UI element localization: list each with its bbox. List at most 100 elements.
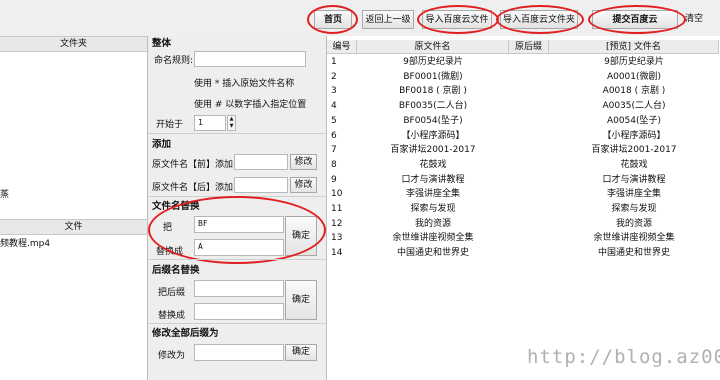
- table-row[interactable]: 5 BF0054(坠子) A0054(坠子): [327, 115, 719, 128]
- cell-preview-name: 中国通史和世界史: [597, 248, 670, 259]
- table-row[interactable]: 13 余世维讲座视频全集 余世维讲座视频全集: [327, 232, 719, 245]
- col-header-original-ext[interactable]: 原后缀: [509, 40, 549, 54]
- cell-number: 13: [331, 233, 343, 244]
- spinner-arrows-icon[interactable]: ▲ ▼: [227, 115, 236, 131]
- prefix-modify-button[interactable]: 修改: [290, 154, 317, 170]
- cell-original-name: BF0018 ( 京剧 ): [399, 86, 467, 97]
- divider: [148, 133, 326, 134]
- table-row[interactable]: 7 百家讲坛2001-2017 百家讲坛2001-2017: [327, 144, 719, 157]
- cell-number: 5: [331, 115, 337, 126]
- cell-number: 11: [331, 204, 343, 214]
- import-file-button[interactable]: 导入百度云文件: [422, 10, 492, 29]
- col-header-preview-name[interactable]: [预览] 文件名: [549, 40, 719, 54]
- replace-find-label: 把: [163, 223, 173, 233]
- prefix-label: 原文件名【前】添加: [152, 160, 234, 170]
- cell-number: 14: [331, 248, 343, 259]
- cell-number: 9: [331, 174, 337, 185]
- cell-number: 6: [331, 130, 337, 141]
- table-row[interactable]: 14 中国通史和世界史 中国通史和世界史: [327, 247, 719, 260]
- submit-button[interactable]: 提交百度云: [592, 10, 678, 29]
- naming-rule-input[interactable]: [194, 51, 306, 67]
- cell-number: 3: [331, 86, 337, 97]
- file-header: 文件: [0, 219, 147, 235]
- cell-preview-name: 【小程序源码】: [602, 130, 666, 141]
- replace-find-input[interactable]: BF: [194, 216, 284, 233]
- cell-original-name: 花鼓戏: [419, 159, 447, 170]
- suffix-label: 原文件名【后】添加: [152, 183, 234, 193]
- naming-rule-label: 命名规则:: [154, 56, 194, 66]
- cell-number: 1: [331, 57, 337, 67]
- cell-number: 2: [331, 71, 337, 82]
- start-spinner[interactable]: 1: [194, 115, 226, 131]
- cell-original-name: 【小程序源码】: [401, 130, 465, 141]
- cell-preview-name: 9部历史纪录片: [604, 57, 664, 67]
- cell-preview-name: 百家讲坛2001-2017: [591, 145, 677, 156]
- folder-header: 文件夹: [0, 36, 147, 52]
- cell-preview-name: 花鼓戏: [620, 159, 648, 170]
- ext-confirm-button[interactable]: 确定: [285, 280, 317, 320]
- cell-preview-name: A0054(坠子): [606, 115, 662, 126]
- table-row[interactable]: 8 花鼓戏 花鼓戏: [327, 159, 719, 172]
- folder-fragment[interactable]: 蒸: [0, 187, 9, 200]
- cell-number: 12: [331, 218, 343, 229]
- import-folder-button[interactable]: 导入百度云文件夹: [500, 10, 578, 29]
- table-row[interactable]: 4 BF0035(二人台) A0035(二人台): [327, 100, 719, 113]
- replace-section-title: 文件名替换: [152, 201, 200, 212]
- cell-original-name: 我的资源: [414, 218, 451, 229]
- cell-original-name: 李强讲座全集: [405, 189, 460, 200]
- divider: [148, 196, 326, 197]
- cell-number: 10: [331, 189, 343, 200]
- home-button[interactable]: 首页: [314, 10, 352, 29]
- cell-original-name: 中国通史和世界史: [396, 248, 469, 259]
- cell-preview-name: 口才与演讲教程: [602, 174, 666, 185]
- replace-confirm-button[interactable]: 确定: [285, 216, 317, 256]
- cell-original-name: 口才与演讲教程: [401, 174, 465, 185]
- ext-all-label: 修改为: [158, 351, 186, 361]
- cell-preview-name: 探索与发现: [611, 204, 657, 214]
- cell-original-name: 余世维讲座视频全集: [392, 233, 474, 244]
- cell-number: 8: [331, 159, 337, 170]
- ext-all-input[interactable]: [194, 344, 284, 361]
- suffix-input[interactable]: [234, 177, 288, 193]
- col-header-original-name[interactable]: 原文件名: [357, 40, 509, 54]
- table-row[interactable]: 11 探索与发现 探索与发现: [327, 203, 719, 216]
- watermark: http://blog.az009: [527, 346, 720, 368]
- table-row[interactable]: 3 BF0018 ( 京剧 ) A0018 ( 京剧 ): [327, 85, 719, 98]
- start-label: 开始于: [156, 120, 184, 130]
- replace-with-input[interactable]: A: [194, 239, 284, 256]
- clear-button[interactable]: 清空: [681, 10, 707, 29]
- ext-all-confirm-button[interactable]: 确定: [285, 344, 317, 361]
- cell-original-name: BF0054(坠子): [403, 115, 463, 126]
- file-table: 编号 原文件名 原后缀 [预览] 文件名 1 9部历史纪录片 9部历史纪录片 2 BF0…: [326, 36, 720, 380]
- left-panel: 文件夹 蒸 文件 频教程.mp4: [0, 36, 148, 380]
- ext-replace-section-title: 后缀名替换: [152, 265, 200, 276]
- table-row[interactable]: 9 口才与演讲教程 口才与演讲教程: [327, 174, 719, 187]
- cell-preview-name: A0035(二人台): [602, 101, 666, 112]
- ext-find-input[interactable]: [194, 280, 284, 297]
- table-row[interactable]: 12 我的资源 我的资源: [327, 218, 719, 231]
- ext-with-input[interactable]: [194, 303, 284, 320]
- prefix-input[interactable]: [234, 154, 288, 170]
- add-section-title: 添加: [152, 139, 172, 150]
- cell-preview-name: A0018 ( 京剧 ): [602, 86, 666, 97]
- table-row[interactable]: 1 9部历史纪录片 9部历史纪录片: [327, 56, 719, 69]
- cell-preview-name: A0001(微剧): [606, 71, 662, 82]
- table-row[interactable]: 6 【小程序源码】 【小程序源码】: [327, 130, 719, 143]
- ext-find-label: 把后缀: [158, 288, 186, 298]
- divider: [148, 259, 326, 260]
- hint-hash: 使用 # 以数字插入指定位置: [194, 100, 307, 110]
- suffix-modify-button[interactable]: 修改: [290, 177, 317, 193]
- ext-all-section-title: 修改全部后缀为: [152, 328, 219, 339]
- cell-original-name: 探索与发现: [410, 204, 456, 214]
- table-row[interactable]: 10 李强讲座全集 李强讲座全集: [327, 188, 719, 201]
- toolbar: 首页 返回上一级 导入百度云文件 导入百度云文件夹 提交百度云 清空: [0, 0, 720, 36]
- back-button[interactable]: 返回上一级: [362, 10, 414, 29]
- cell-original-name: BF0035(二人台): [398, 101, 468, 112]
- table-row[interactable]: 2 BF0001(微剧) A0001(微剧): [327, 71, 719, 84]
- overall-section-title: 整体: [152, 38, 172, 49]
- file-item[interactable]: 频教程.mp4: [0, 236, 50, 249]
- divider: [148, 323, 326, 324]
- cell-original-name: 9部历史纪录片: [403, 57, 463, 67]
- cell-original-name: BF0001(微剧): [403, 71, 463, 82]
- col-header-number[interactable]: 编号: [327, 40, 357, 54]
